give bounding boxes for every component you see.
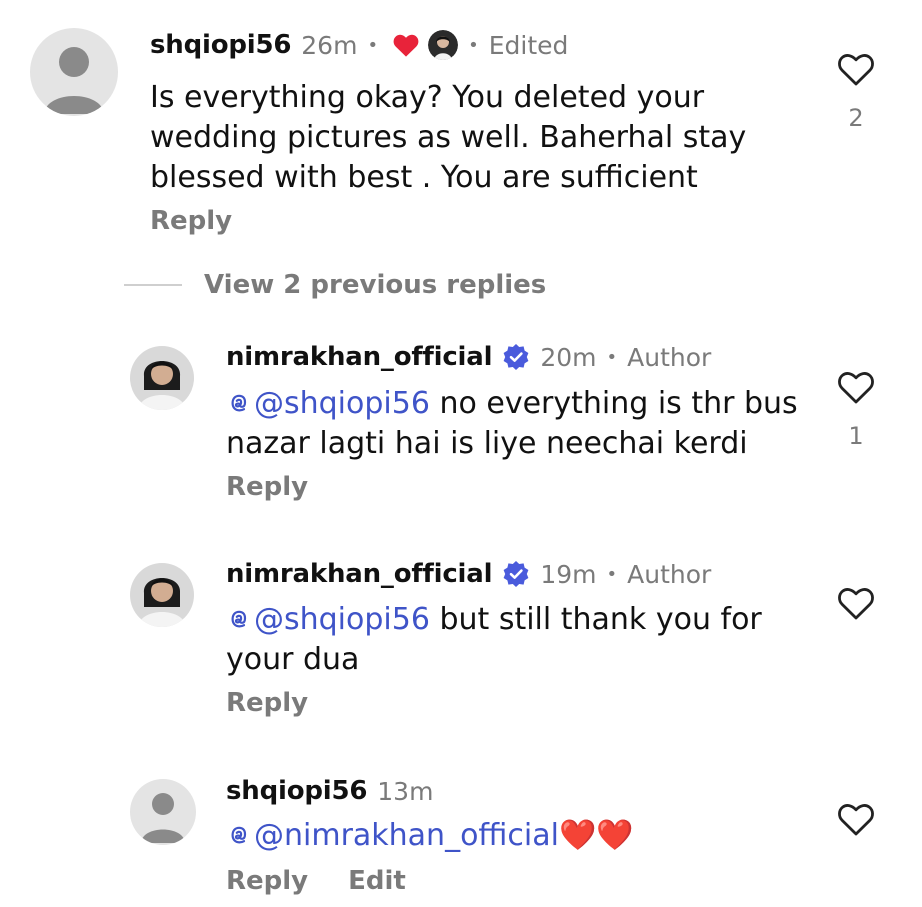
comment-emoji: ❤️❤️: [558, 818, 634, 853]
reply-button[interactable]: Reply: [226, 688, 308, 718]
like-count: 2: [848, 104, 864, 132]
mention-username: @nimrakhan_official: [254, 818, 559, 853]
author-liked-indicator: [392, 30, 459, 60]
comment-actions: Reply: [150, 206, 232, 236]
mention-username: @shqiopi56: [254, 386, 430, 421]
comment-actions: Reply: [226, 472, 308, 502]
timestamp: 19m: [540, 559, 597, 589]
heart-outline-icon: [838, 372, 874, 404]
mention-link[interactable]: @shqiopi56: [226, 386, 430, 421]
heart-outline-icon: [838, 54, 874, 86]
like-button[interactable]: 1: [836, 368, 876, 450]
heart-outline-icon: [838, 588, 874, 620]
comment-header: shqiopi56 13m: [226, 772, 433, 810]
separator-dot: •: [367, 34, 379, 56]
reply-button[interactable]: Reply: [226, 866, 308, 896]
author-label: Author: [627, 559, 712, 589]
comment-header: nimrakhan_official 20m • Author: [226, 338, 711, 376]
timestamp: 26m: [301, 30, 358, 60]
comment-text: @nimrakhan_official❤️❤️: [226, 816, 806, 856]
comment-actions: Reply: [226, 688, 308, 718]
comment-text: Is everything okay? You deleted your wed…: [150, 80, 747, 195]
avatar[interactable]: [130, 779, 196, 845]
timestamp: 13m: [377, 776, 434, 806]
separator-dot: •: [606, 346, 618, 368]
view-previous-replies[interactable]: View 2 previous replies: [124, 270, 546, 300]
timestamp: 20m: [540, 342, 597, 372]
separator-dot: •: [606, 563, 618, 585]
author-label: Author: [627, 342, 712, 372]
mention-link[interactable]: @shqiopi56: [226, 602, 430, 637]
username[interactable]: shqiopi56: [150, 30, 291, 60]
comment-header: nimrakhan_official 19m • Author: [226, 555, 711, 593]
heart-outline-icon: [838, 804, 874, 836]
threads-at-icon: [231, 394, 247, 412]
threads-at-icon: [231, 826, 247, 844]
profile-photo: [130, 346, 194, 410]
edited-label: Edited: [488, 30, 569, 60]
username[interactable]: shqiopi56: [226, 776, 367, 806]
edit-button[interactable]: Edit: [348, 866, 406, 896]
verified-badge-icon: [503, 561, 529, 587]
like-count: 1: [848, 422, 864, 450]
like-button[interactable]: [836, 800, 876, 838]
view-previous-replies-label: View 2 previous replies: [204, 270, 547, 300]
author-mini-avatar: [428, 30, 459, 60]
verified-badge-icon: [503, 344, 529, 370]
mention-link[interactable]: @nimrakhan_official: [226, 818, 559, 853]
like-button[interactable]: 2: [836, 50, 876, 132]
default-avatar-icon: [141, 793, 185, 843]
avatar[interactable]: [30, 28, 118, 116]
reply-button[interactable]: Reply: [226, 472, 308, 502]
threads-at-icon: [231, 610, 247, 628]
comment-text: @shqiopi56 no everything is thr bus naza…: [226, 384, 806, 464]
divider: [124, 284, 182, 286]
comment-header: shqiopi56 26m • • Edited: [150, 26, 568, 64]
avatar[interactable]: [130, 346, 194, 410]
mention-username: @shqiopi56: [254, 602, 430, 637]
default-avatar-icon: [44, 47, 104, 114]
username[interactable]: nimrakhan_official: [226, 342, 493, 372]
avatar[interactable]: [130, 563, 194, 627]
like-button[interactable]: [836, 584, 876, 622]
profile-photo: [130, 563, 194, 627]
username[interactable]: nimrakhan_official: [226, 559, 493, 589]
separator-dot: •: [468, 34, 479, 56]
reply-button[interactable]: Reply: [150, 206, 232, 236]
heart-filled-icon: [393, 34, 419, 57]
comment-text: @shqiopi56 but still thank you for your …: [226, 600, 806, 680]
comment-actions: Reply Edit: [226, 866, 406, 896]
